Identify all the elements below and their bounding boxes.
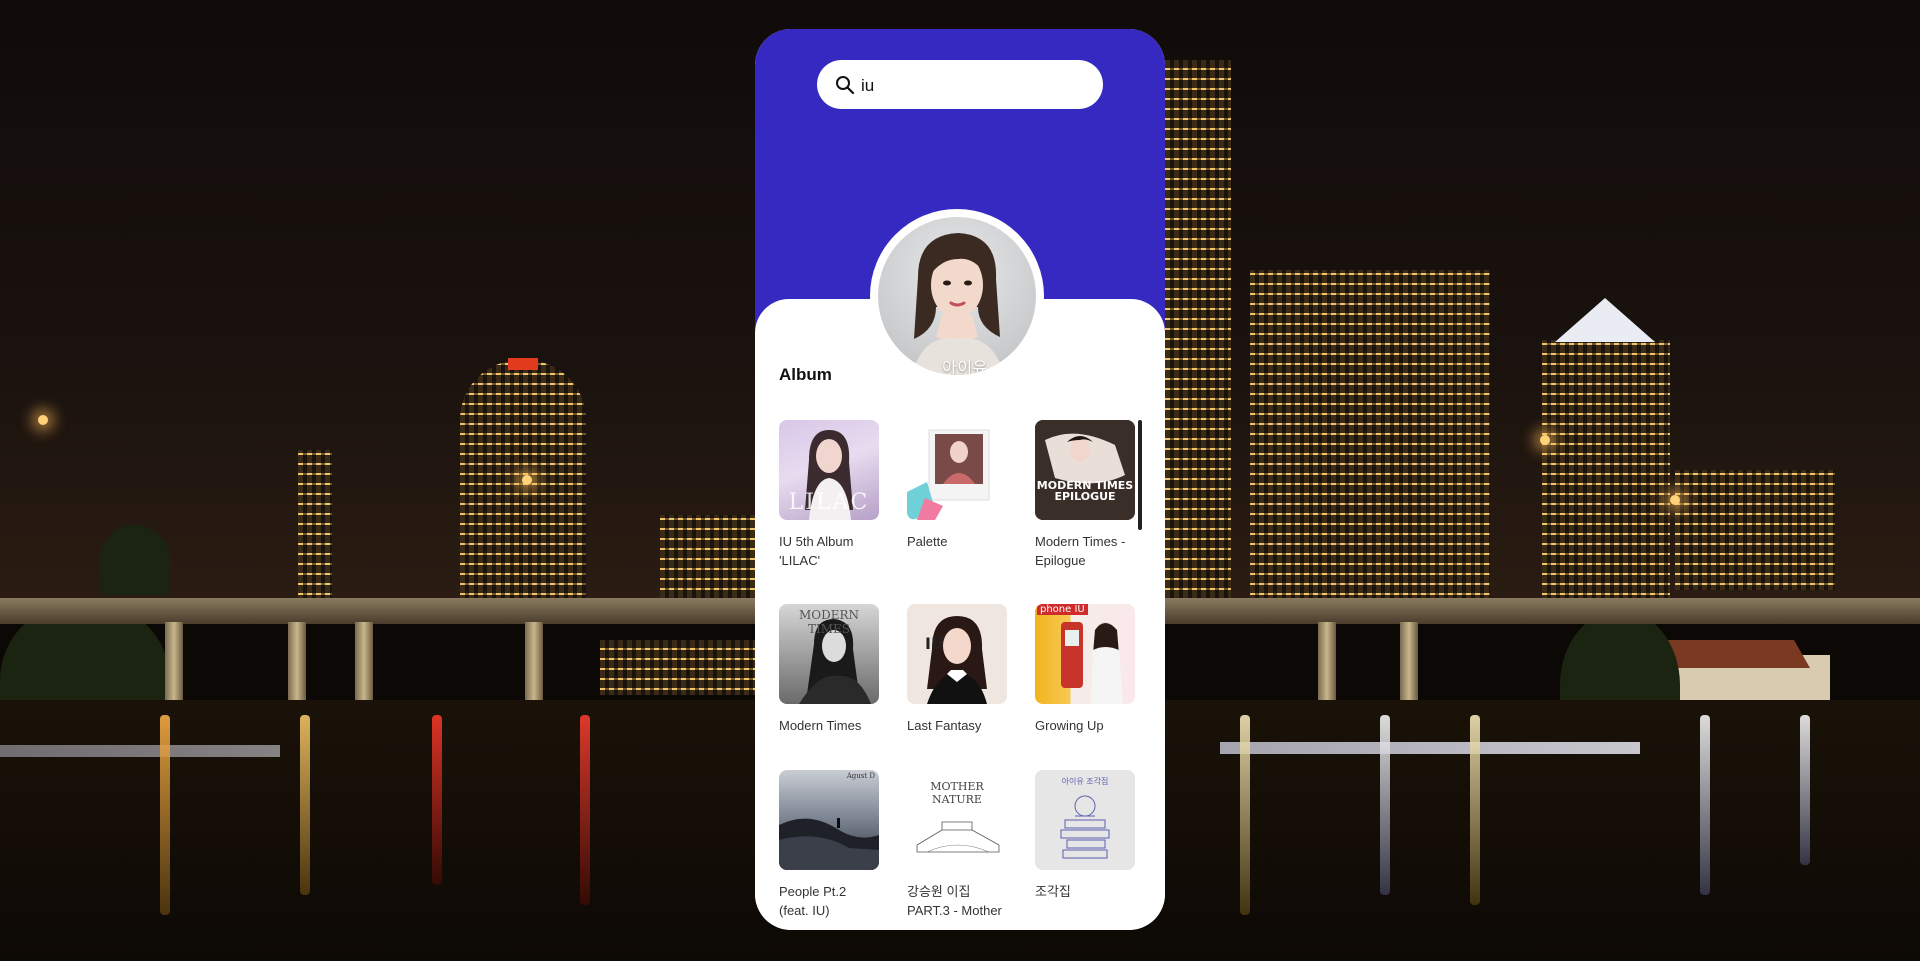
album-art: [1035, 420, 1135, 520]
album-cover-text: IU: [925, 634, 944, 653]
album-card[interactable]: phone IU Growing Up: [1035, 604, 1135, 735]
album-cover-text: MOTHER NATURE: [930, 780, 984, 806]
building-crane-site: [660, 515, 755, 605]
artist-card: 아이유 Album LILAC IU 5th Album 'LILAC': [755, 29, 1165, 930]
album-card[interactable]: Agust D People Pt.2 (feat. IU): [779, 770, 879, 920]
album-cover[interactable]: 아이유 조각집: [1035, 770, 1135, 870]
album-cover-text: Agust D: [846, 772, 875, 780]
album-cover-text: 아이유 조각집: [1061, 777, 1109, 786]
artist-avatar[interactable]: 아이유: [870, 209, 1044, 383]
street-lamp: [1670, 495, 1680, 505]
search-bar[interactable]: [817, 60, 1103, 111]
album-card[interactable]: IU Last Fantasy: [907, 604, 1007, 735]
light-reflection: [1470, 715, 1480, 905]
palm-tree: [100, 525, 170, 595]
album-title[interactable]: 강승원 이집 PART.3 - Mother: [907, 882, 1007, 920]
album-card[interactable]: MODERN TIMES Modern Times: [779, 604, 879, 735]
album-scrollbar[interactable]: [1138, 420, 1142, 530]
artist-photo: 아이유: [878, 217, 1036, 375]
album-cover[interactable]: [907, 420, 1007, 520]
album-cover[interactable]: MODERN TIMES: [779, 604, 879, 704]
album-art: [927, 616, 987, 704]
album-title[interactable]: Last Fantasy: [907, 716, 1007, 735]
album-title[interactable]: Palette: [907, 532, 1007, 551]
light-reflection: [580, 715, 590, 905]
album-card[interactable]: 아이유 조각집 조각집: [1035, 770, 1135, 901]
album-card[interactable]: LILAC IU 5th Album 'LILAC': [779, 420, 879, 570]
street-lamp: [1540, 435, 1550, 445]
light-reflection: [1800, 715, 1810, 865]
album-art: [907, 429, 990, 520]
album-cover-text: MODERN TIMES EPILOGUE: [1036, 479, 1134, 503]
office-building: [1675, 470, 1835, 590]
tower-sign: [508, 358, 538, 370]
street-lamp: [38, 415, 48, 425]
street-lamp: [522, 475, 532, 485]
album-title[interactable]: Modern Times - Epilogue: [1035, 532, 1135, 570]
album-section-title: Album: [779, 365, 832, 384]
search-icon[interactable]: [835, 75, 855, 95]
album-title[interactable]: 조각집: [1035, 882, 1135, 901]
album-cover[interactable]: IU: [907, 604, 1007, 704]
light-reflection: [300, 715, 310, 895]
album-cover[interactable]: MODERN TIMES EPILOGUE: [1035, 420, 1135, 520]
shoreline-lights: [0, 745, 280, 757]
suntrust-tower: [1542, 340, 1670, 600]
album-card[interactable]: Palette: [907, 420, 1007, 551]
wachovia-building: [1250, 270, 1490, 600]
album-art: [1061, 622, 1123, 704]
search-input[interactable]: [859, 60, 1083, 111]
album-cover-text: LILAC: [788, 490, 870, 515]
light-reflection: [1700, 715, 1710, 895]
album-cover-text: phone IU: [1037, 604, 1088, 615]
artist-portrait: [914, 233, 1002, 375]
album-cover[interactable]: MOTHER NATURE: [907, 770, 1007, 870]
light-reflection: [1240, 715, 1250, 915]
artist-name: 아이유: [942, 360, 988, 375]
album-cover[interactable]: LILAC: [779, 420, 879, 520]
tall-tower: [1165, 60, 1231, 605]
light-reflection: [160, 715, 170, 915]
album-cover[interactable]: phone IU: [1035, 604, 1135, 704]
light-reflection: [1380, 715, 1390, 895]
album-art: [779, 818, 879, 870]
album-card[interactable]: MOTHER NATURE 강승원 이집 PART.3 - Mother: [907, 770, 1007, 920]
shoreline-lights: [1220, 742, 1640, 754]
clock-tower: [298, 450, 332, 600]
light-reflection: [432, 715, 442, 885]
album-title[interactable]: Modern Times: [779, 716, 879, 735]
low-building: [600, 640, 755, 695]
album-card[interactable]: MODERN TIMES EPILOGUE Modern Times - Epi…: [1035, 420, 1135, 570]
album-cover[interactable]: Agust D: [779, 770, 879, 870]
album-title[interactable]: IU 5th Album 'LILAC': [779, 532, 879, 570]
album-title[interactable]: People Pt.2 (feat. IU): [779, 882, 879, 920]
album-cover-text: MODERN TIMES: [798, 608, 860, 636]
album-title[interactable]: Growing Up: [1035, 716, 1135, 735]
